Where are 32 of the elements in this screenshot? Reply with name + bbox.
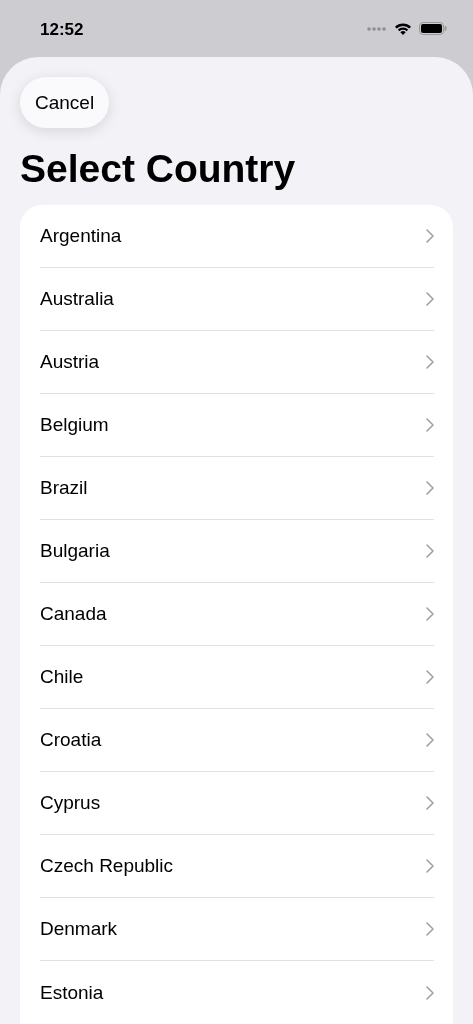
country-name[interactable]: Austria — [40, 351, 100, 373]
chevron-right-icon — [426, 985, 434, 1000]
country-name[interactable]: Australia — [40, 288, 114, 310]
country-name[interactable]: Bulgaria — [40, 540, 110, 562]
chevron-right-icon — [426, 481, 434, 495]
chevron-right-icon — [426, 859, 434, 873]
chevron-right-icon — [426, 796, 434, 810]
country-name[interactable]: Estonia — [40, 981, 104, 1004]
chevron-right-icon — [426, 670, 434, 684]
chevron-right-icon — [426, 292, 434, 306]
country-name[interactable]: Brazil — [40, 477, 88, 499]
country-name[interactable]: Cyprus — [40, 792, 101, 814]
chevron-right-icon — [426, 922, 434, 936]
status-time: 12:52 — [40, 19, 84, 40]
page-title: Select Country — [20, 148, 296, 191]
country-name[interactable]: Belgium — [40, 414, 109, 436]
chevron-right-icon — [426, 733, 434, 747]
chevron-right-icon — [426, 544, 434, 558]
wifi-icon — [394, 22, 412, 35]
chevron-right-icon — [426, 229, 434, 243]
chevron-right-icon — [426, 418, 434, 432]
country-name[interactable]: Croatia — [40, 729, 102, 751]
country-name[interactable]: Canada — [40, 603, 107, 625]
battery-icon — [419, 22, 447, 35]
signal-icon — [367, 26, 387, 31]
chevron-right-icon — [426, 355, 434, 369]
country-name[interactable]: Czech Republic — [40, 855, 174, 877]
country-name[interactable]: Denmark — [40, 918, 118, 940]
chevron-right-icon — [426, 607, 434, 621]
cancel-button[interactable]: Cancel — [20, 77, 110, 129]
country-name[interactable]: Chile — [40, 666, 84, 688]
country-name[interactable]: Argentina — [40, 225, 122, 247]
